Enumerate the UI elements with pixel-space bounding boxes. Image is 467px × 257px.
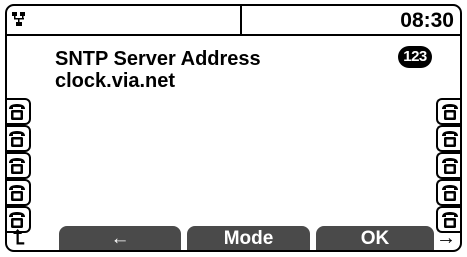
phone-display: 08:30 SNTP Server Address clock.via.net … xyxy=(5,4,462,252)
line-key-right-2[interactable] xyxy=(436,125,460,152)
phone-handset-icon xyxy=(442,158,458,174)
right-line-keys xyxy=(436,98,460,233)
status-bar: 08:30 xyxy=(7,6,460,36)
line-key-right-3[interactable] xyxy=(436,152,460,179)
phone-handset-icon xyxy=(9,104,25,120)
line-key-left-4[interactable] xyxy=(7,179,31,206)
line-key-left-3[interactable] xyxy=(7,152,31,179)
input-mode-badge: 123 xyxy=(398,46,432,68)
left-line-keys xyxy=(7,98,31,233)
phone-handset-icon xyxy=(9,158,25,174)
softkey-bar: ⮤ ← Mode OK → xyxy=(7,226,460,250)
page-up-arrow-icon[interactable]: ⮤ xyxy=(13,227,25,249)
mode-softkey[interactable]: Mode xyxy=(187,226,310,250)
status-divider xyxy=(7,34,460,36)
phone-handset-icon xyxy=(442,104,458,120)
next-page-arrow-icon[interactable]: → xyxy=(436,227,456,249)
status-separator xyxy=(240,6,242,34)
line-key-right-1[interactable] xyxy=(436,98,460,125)
setting-title: SNTP Server Address xyxy=(55,48,261,70)
line-key-left-1[interactable] xyxy=(7,98,31,125)
phone-handset-icon xyxy=(442,185,458,201)
setting-value-field[interactable]: clock.via.net xyxy=(55,70,175,92)
ok-softkey[interactable]: OK xyxy=(316,226,434,250)
network-icon xyxy=(12,12,25,26)
clock: 08:30 xyxy=(400,9,454,32)
backspace-softkey[interactable]: ← xyxy=(59,226,181,250)
phone-handset-icon xyxy=(9,131,25,147)
line-key-left-2[interactable] xyxy=(7,125,31,152)
phone-handset-icon xyxy=(9,185,25,201)
phone-handset-icon xyxy=(442,131,458,147)
line-key-right-4[interactable] xyxy=(436,179,460,206)
